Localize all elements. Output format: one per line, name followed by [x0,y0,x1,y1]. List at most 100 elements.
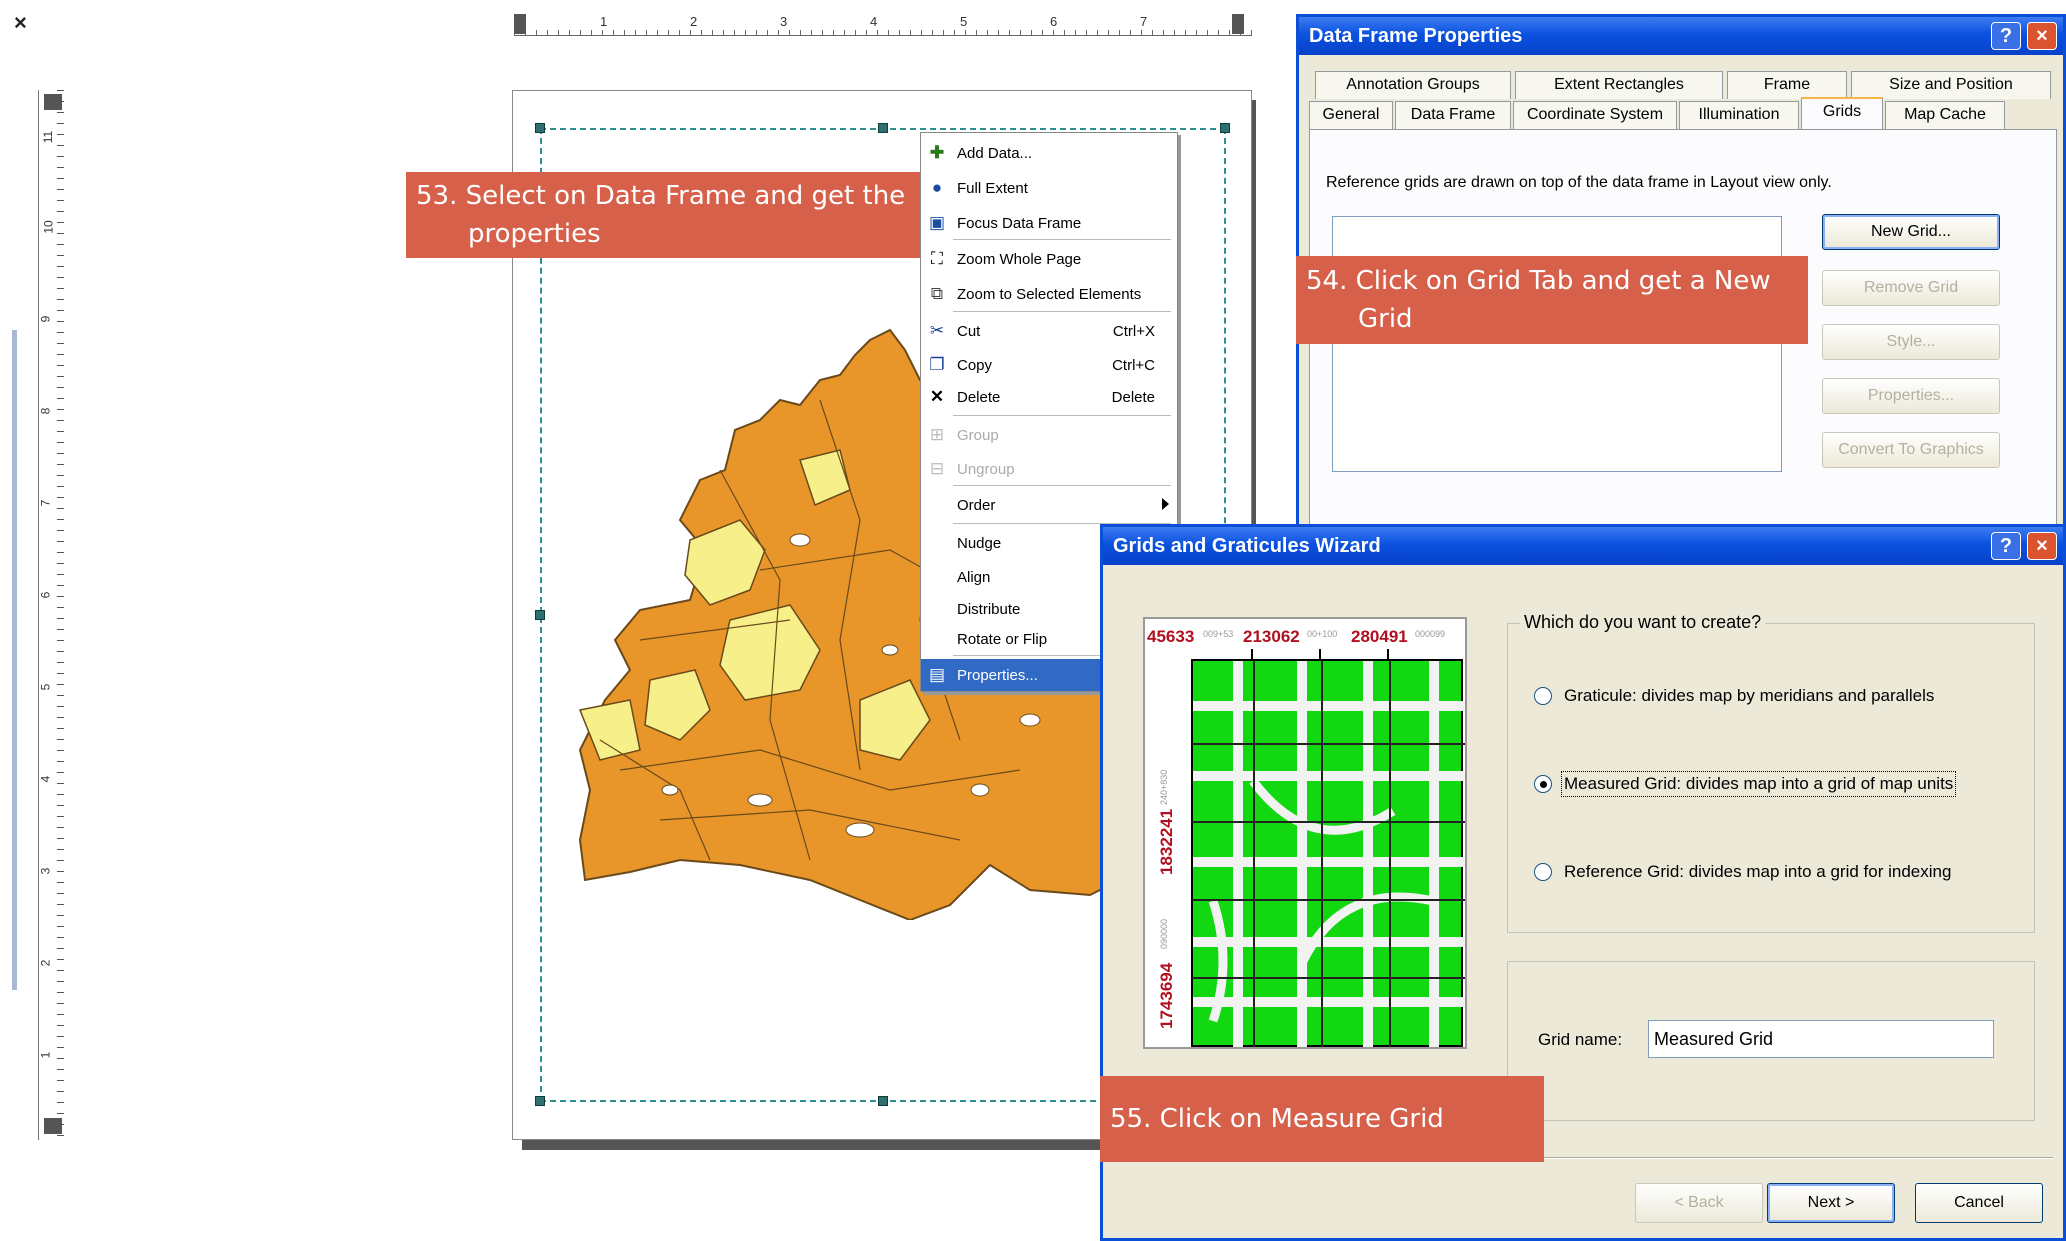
menu-item-label: Nudge [957,535,1002,552]
preview-y-label: 1743694 [1157,962,1176,1029]
menu-separator [953,311,1171,312]
menu-item-label: Align [957,569,991,586]
menu-item-order[interactable]: Order [921,489,1175,521]
resize-handle-nw[interactable] [535,123,545,133]
resize-handle-w[interactable] [535,610,545,620]
menu-item-copy[interactable]: ❐ Copy Ctrl+C [921,349,1175,381]
grid-list[interactable] [1332,216,1782,472]
menu-item-label: Full Extent [957,180,1028,197]
focus-frame-icon: ▣ [928,213,946,232]
measured-grid-radio[interactable] [1534,775,1552,793]
help-button[interactable]: ? [1991,22,2021,50]
next-button[interactable]: Next > [1767,1183,1895,1223]
grid-preview-map [1191,659,1465,1047]
tab-general[interactable]: General [1309,101,1393,129]
callout-step-55: 55. Click on Measure Grid [1100,1076,1544,1162]
close-button[interactable]: × [2027,532,2057,560]
cancel-button[interactable]: Cancel [1915,1183,2043,1223]
dialog-title: Data Frame Properties [1309,25,1523,47]
vruler-label: 1 [38,1051,53,1059]
tab-coordinate-system[interactable]: Coordinate System [1513,101,1677,129]
vruler-label: 4 [38,775,53,783]
vruler-label: 2 [38,959,53,967]
menu-item-label: Properties... [957,667,1038,684]
new-grid-button[interactable]: New Grid... [1822,214,2000,250]
tab-size-position[interactable]: Size and Position [1851,71,2051,99]
tab-annotation-groups[interactable]: Annotation Groups [1315,71,1511,99]
grid-properties-button[interactable]: Properties... [1822,378,2000,414]
menu-item-full-extent[interactable]: ● Full Extent [921,172,1175,204]
hruler-label: 1 [600,14,608,29]
back-button[interactable]: < Back [1635,1183,1763,1223]
graticule-radio[interactable] [1534,687,1552,705]
vruler-label: 7 [38,499,53,507]
vruler-margin-marker[interactable] [44,1118,62,1134]
vruler-label: 6 [38,591,53,599]
menu-item-focus-data-frame[interactable]: ▣ Focus Data Frame [921,207,1175,239]
grid-name-input[interactable] [1648,1020,1994,1058]
menu-item-label: Focus Data Frame [957,215,1082,232]
preview-gridline [1193,743,1465,745]
copy-icon: ❐ [929,355,945,374]
tab-map-cache[interactable]: Map Cache [1885,101,2005,129]
close-button[interactable]: × [2027,22,2057,50]
menu-item-label: Order [957,497,996,514]
tab-extent-rectangles[interactable]: Extent Rectangles [1515,71,1723,99]
create-type-group: Which do you want to create? Graticule: … [1507,612,2035,933]
zoom-selected-icon: ⧉ [930,284,944,303]
hruler-label: 5 [960,14,968,29]
hruler-label: 7 [1140,14,1148,29]
tab-data-frame[interactable]: Data Frame [1395,101,1511,129]
close-icon[interactable]: × [14,10,27,36]
measured-grid-label[interactable]: Measured Grid: divides map into a grid o… [1560,771,1957,797]
graticule-label[interactable]: Graticule: divides map by meridians and … [1564,686,1934,706]
menu-item-label: Zoom to Selected Elements [957,286,1142,303]
menu-item-cut[interactable]: ✂ Cut Ctrl+X [921,315,1175,347]
tab-frame[interactable]: Frame [1727,71,1847,99]
preview-tick [1387,649,1389,659]
callout-step-54: 54. Click on Grid Tab and get a New Grid [1296,256,1808,344]
tab-grids[interactable]: Grids [1801,97,1883,129]
menu-item-zoom-whole-page[interactable]: ⛶ Zoom Whole Page [921,243,1175,275]
vertical-ruler: 11 10 9 8 7 6 5 4 3 2 1 [38,90,64,1140]
hruler-label: 4 [870,14,878,29]
help-button[interactable]: ? [1991,532,2021,560]
hruler-label: 6 [1050,14,1058,29]
resize-handle-s[interactable] [878,1096,888,1106]
menu-item-label: Copy [957,357,993,374]
callout-text: 53. Select on Data Frame and get the [416,181,906,211]
properties-icon: ▤ [928,665,946,684]
submenu-arrow-icon [1162,498,1169,510]
callout-step-53: 53. Select on Data Frame and get the pro… [406,172,920,258]
reference-grid-label[interactable]: Reference Grid: divides map into a grid … [1564,862,1951,882]
menu-item-zoom-selected[interactable]: ⧉ Zoom to Selected Elements [921,278,1175,310]
resize-handle-sw[interactable] [535,1096,545,1106]
menu-item-add-data[interactable]: ✚ Add Data... [921,137,1175,169]
vruler-label: 5 [38,683,53,691]
menu-item-label: Add Data... [957,145,1033,162]
remove-grid-button[interactable]: Remove Grid [1822,270,2000,306]
resize-handle-ne[interactable] [1220,123,1230,133]
wizard-titlebar[interactable]: Grids and Graticules Wizard ? × [1103,527,2063,565]
menu-item-label: Cut [957,323,981,340]
menu-separator [953,485,1171,486]
horizontal-ruler: 1 2 3 4 5 6 7 [514,14,1252,36]
convert-to-graphics-button[interactable]: Convert To Graphics [1822,432,2000,468]
vruler-label: 9 [38,315,53,323]
hruler-margin-marker[interactable] [514,14,526,34]
vruler-margin-marker[interactable] [44,94,62,110]
vruler-label: 3 [38,867,53,875]
menu-item-delete[interactable]: ✕ Delete Delete [921,381,1175,413]
hruler-margin-marker[interactable] [1232,14,1244,34]
preview-gridline [1321,661,1323,1047]
dialog-titlebar[interactable]: Data Frame Properties ? × [1299,17,2063,55]
grids-description: Reference grids are drawn on top of the … [1326,174,1832,191]
tab-illumination[interactable]: Illumination [1679,101,1799,129]
wizard-title: Grids and Graticules Wizard [1113,535,1381,557]
ungroup-icon: ⊟ [929,459,945,478]
style-button[interactable]: Style... [1822,324,2000,360]
resize-handle-n[interactable] [878,123,888,133]
reference-grid-radio[interactable] [1534,863,1552,881]
menu-item-label: Group [957,427,999,444]
zoom-page-icon: ⛶ [931,249,943,268]
